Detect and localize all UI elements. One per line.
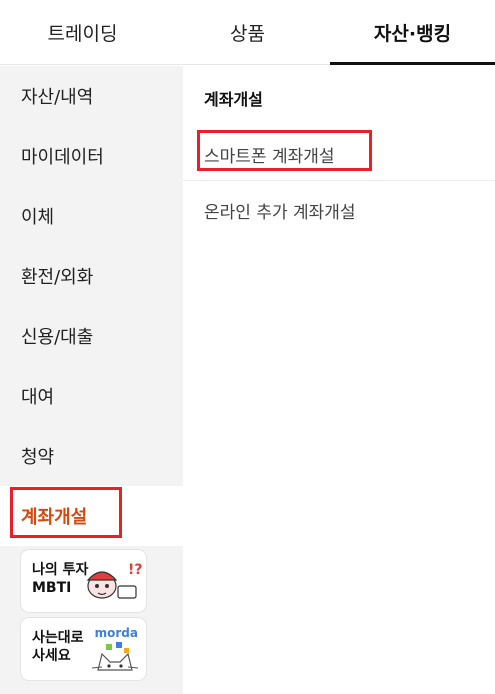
smartphone-account-opening-link[interactable]: 스마트폰 계좌개설 <box>204 142 335 167</box>
morda-cat-icon <box>91 642 139 671</box>
promo-line1: 나의 투자 <box>32 562 89 578</box>
sidebar-item-account-opening[interactable]: 계좌개설 <box>0 486 183 546</box>
tab-assets-banking[interactable]: 자산·뱅킹 <box>330 0 495 65</box>
promo-line1: 사는대로 <box>32 630 84 646</box>
sidebar-item-mydata[interactable]: 마이데이터 <box>0 126 183 186</box>
promo-line2: MBTI <box>32 580 72 596</box>
divider <box>183 180 495 181</box>
promo-card-investment-mbti[interactable]: 나의 투자 MBTI !? <box>21 550 146 612</box>
sidebar-item-subscription[interactable]: 청약 <box>0 426 183 486</box>
top-tab-bar: 트레이딩 상품 자산·뱅킹 <box>0 0 495 65</box>
tab-trading[interactable]: 트레이딩 <box>0 0 165 64</box>
character-illustration-icon: !? <box>86 562 142 599</box>
sidebar-item-lending[interactable]: 대여 <box>0 366 183 426</box>
svg-text:!?: !? <box>128 562 142 578</box>
morda-logo: morda <box>94 626 138 640</box>
sidebar-item-assets-history[interactable]: 자산/내역 <box>0 66 183 126</box>
sidebar-item-exchange-fx[interactable]: 환전/외화 <box>0 246 183 306</box>
tab-products[interactable]: 상품 <box>165 0 330 64</box>
promo-text: 나의 투자 MBTI <box>32 561 88 597</box>
promo-line2: 사세요 <box>32 648 71 664</box>
promo-card-morda[interactable]: 사는대로 사세요 morda <box>21 618 146 680</box>
main-panel: 계좌개설 스마트폰 계좌개설 온라인 추가 계좌개설 <box>183 66 495 694</box>
online-additional-account-opening-link[interactable]: 온라인 추가 계좌개설 <box>204 198 356 223</box>
promo-text: 사는대로 사세요 <box>32 629 84 665</box>
sidebar-item-transfer[interactable]: 이체 <box>0 186 183 246</box>
section-title: 계좌개설 <box>204 90 263 109</box>
sidebar-item-credit-loan[interactable]: 신용/대출 <box>0 306 183 366</box>
